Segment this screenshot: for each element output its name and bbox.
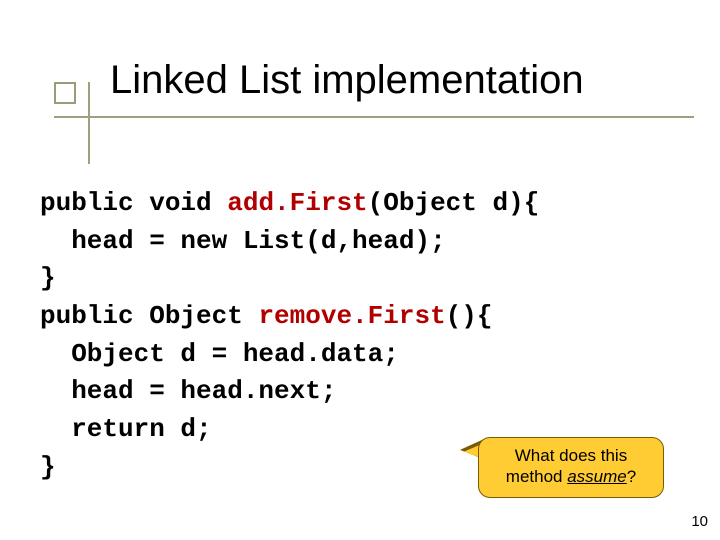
method-removefirst: remove.First — [258, 301, 445, 331]
deco-underline — [54, 116, 694, 118]
code-line-5: Object d = head.data; — [40, 339, 399, 369]
callout-line-1: What does this — [489, 446, 653, 466]
code-line-8: } — [40, 452, 56, 482]
code-line-7: return d; — [40, 414, 212, 444]
code-line-4b: (){ — [446, 301, 493, 331]
callout-line-2a: method — [506, 467, 567, 486]
callout-box: What does this method assume? — [478, 437, 664, 498]
page-number: 10 — [691, 513, 708, 530]
deco-square — [54, 82, 76, 104]
callout-assume: assume — [567, 467, 627, 486]
code-line-1b: (Object d){ — [368, 188, 540, 218]
code-line-3: } — [40, 263, 56, 293]
callout-line-2: method assume? — [489, 467, 653, 487]
code-line-6: head = head.next; — [40, 376, 336, 406]
deco-vertical — [88, 82, 90, 164]
slide-title: Linked List implementation — [110, 58, 584, 103]
callout-qmark: ? — [627, 467, 636, 486]
code-line-1a: public void — [40, 188, 227, 218]
code-line-4a: public Object — [40, 301, 258, 331]
code-line-2: head = new List(d,head); — [40, 226, 446, 256]
method-addfirst: add.First — [227, 188, 367, 218]
